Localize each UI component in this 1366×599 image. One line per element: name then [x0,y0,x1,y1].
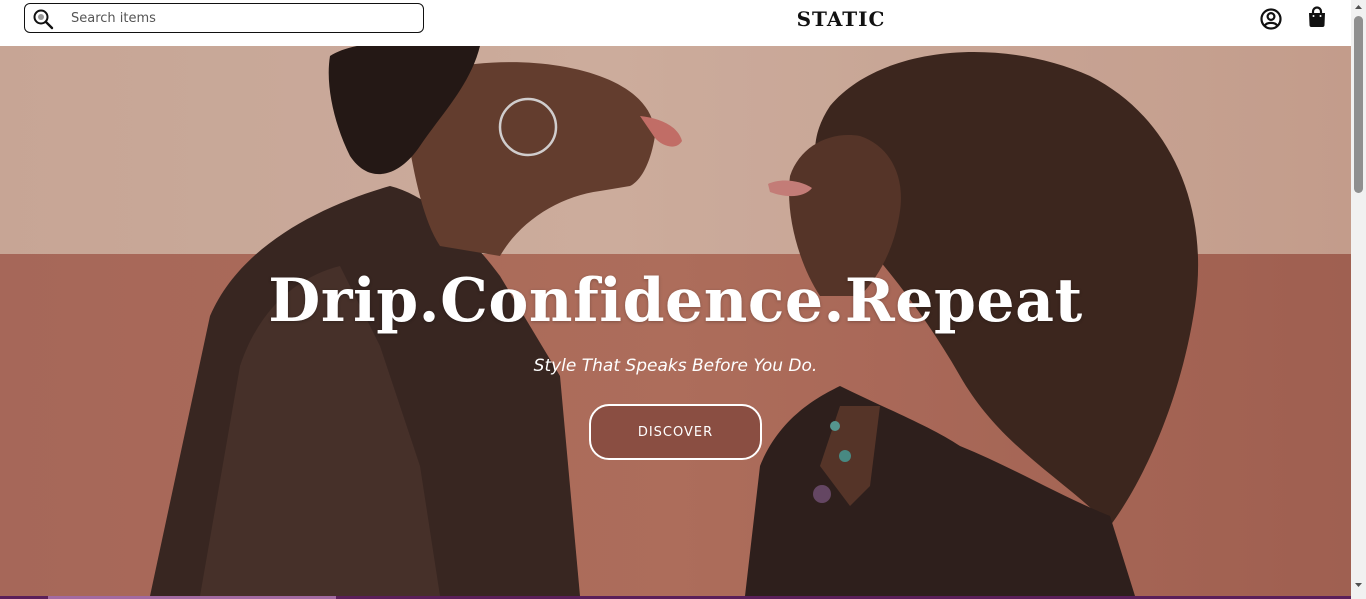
hero-banner: Drip.Confidence.Repeat Style That Speaks… [0,46,1351,596]
brand-logo[interactable]: STATIC [797,7,886,31]
vertical-scrollbar[interactable] [1351,0,1366,599]
site-header: STATIC [0,0,1351,46]
search-input[interactable] [71,5,411,31]
shopping-bag-icon[interactable] [1305,5,1329,29]
search-icon[interactable] [32,8,54,30]
search-box[interactable] [24,3,424,33]
scroll-up-arrow-icon[interactable] [1351,0,1366,14]
user-circle-icon[interactable] [1259,7,1283,31]
discover-button[interactable]: DISCOVER [589,404,762,460]
hero-title: Drip.Confidence.Repeat [268,266,1083,336]
scroll-down-arrow-icon[interactable] [1351,578,1366,592]
hero-subtitle: Style That Speaks Before You Do. [533,356,818,376]
scrollbar-thumb[interactable] [1354,16,1363,193]
